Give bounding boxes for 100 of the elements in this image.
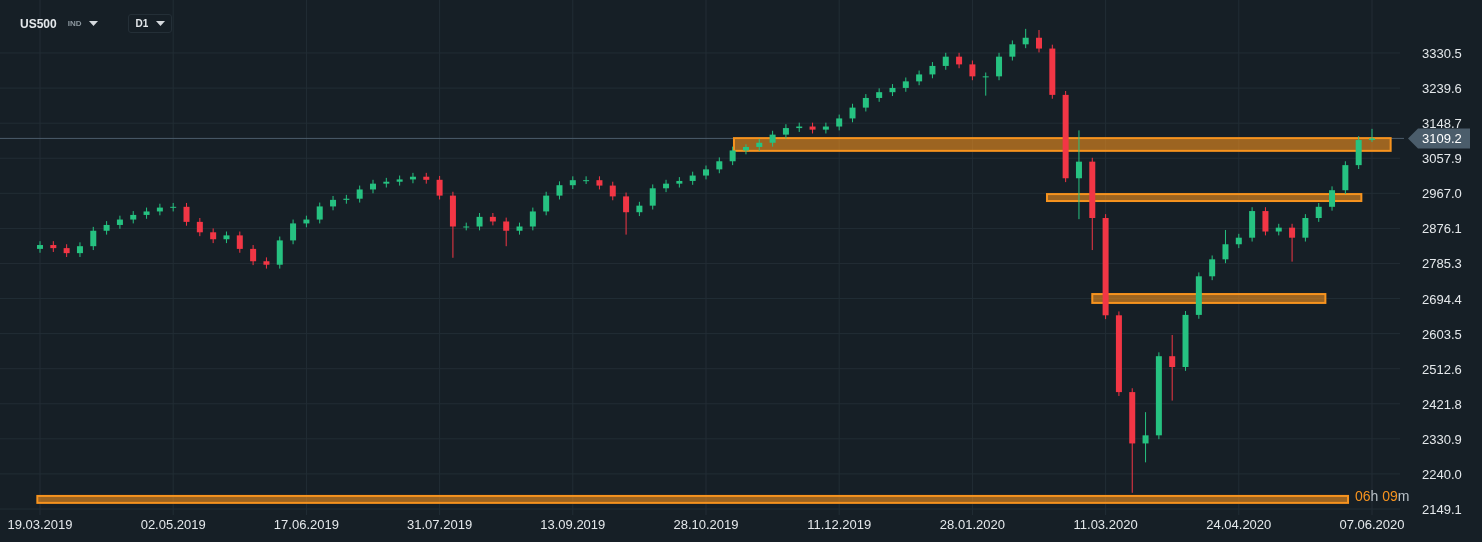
candlestick [396,175,403,187]
y-axis-label: 2967.0 [1422,186,1462,202]
candlestick [876,87,883,103]
candlestick [1222,229,1229,264]
candlestick [996,52,1003,81]
price-zone[interactable] [1046,193,1363,203]
candlestick [663,179,670,193]
candlestick [170,202,177,212]
candlestick [1169,334,1176,402]
candlestick [370,179,376,194]
candlestick [330,195,337,211]
candlestick [956,52,963,69]
y-axis-label: 3239.6 [1422,81,1462,97]
candlestick [1022,28,1029,49]
candlestick [436,175,443,200]
candlestick [489,212,496,226]
candlestick [343,194,350,205]
candlestick [290,219,297,245]
candlestick [316,202,323,224]
candlestick [476,212,483,231]
candlestick [969,60,976,81]
y-axis-label: 2694.4 [1422,291,1462,307]
price-tag [1408,128,1470,149]
y-axis-label: 3148.7 [1422,116,1462,132]
timeframe-dropdown[interactable]: D1 [128,14,173,33]
candlestick [1302,213,1309,243]
candlestick [1049,44,1056,100]
candlestick [1289,223,1296,263]
candlestick [862,93,869,112]
candlestick [250,244,257,266]
candlestick [303,215,310,228]
candlestick [1315,202,1322,223]
candlestick [1275,223,1282,236]
candlestick [929,61,936,79]
y-axis-label: 3057.9 [1422,151,1462,167]
candlestick [1036,29,1042,53]
price-tag-label: 3109.2 [1422,131,1462,147]
x-axis-label: 28.01.2020 [939,517,1005,532]
x-axis-label: 11.03.2020 [1073,517,1138,532]
candlestick [902,77,909,93]
candlestick [196,217,203,237]
candlestick [1342,160,1349,195]
candlestick [1182,310,1189,372]
candlestick [236,231,243,254]
y-axis-label: 2330.9 [1422,431,1462,447]
candlestick [942,52,949,71]
x-axis-label: 13.09.2019 [540,517,606,532]
candlestick [449,191,456,259]
candlestick [90,226,97,251]
symbol-label[interactable]: US500 [20,16,57,31]
candlestick [636,201,643,217]
candlestick [836,114,843,131]
candlestick [756,138,763,152]
x-axis-label: 28.10.2019 [673,517,739,532]
price-zone[interactable] [36,494,1350,504]
candlestick [649,183,656,210]
candlestick [383,177,390,188]
candlestick [609,181,616,201]
candlestick [849,103,856,123]
candlestick [556,180,563,200]
x-axis-label: 02.05.2019 [140,517,206,532]
candlestick [809,122,816,134]
candlestick [822,122,829,134]
candlestick [729,146,736,166]
candlestick [676,176,683,188]
y-axis-label: 2876.1 [1422,221,1462,237]
candlestick [116,215,123,230]
y-axis-label: 2149.1 [1422,502,1462,517]
x-axis-label: 17.06.2019 [273,517,339,532]
candlestick [143,207,150,220]
caret-icon[interactable] [89,21,99,26]
y-axis-label: 2603.5 [1422,326,1462,342]
candlestick [769,130,776,148]
caret-icon [156,21,166,26]
candlestick [716,156,723,174]
y-axis-label: 2785.3 [1422,256,1462,272]
candlestick [516,222,523,236]
candlestick [63,243,70,258]
candlestick [689,171,696,186]
candlestick [982,72,989,97]
candle-countdown: 06h 09m [1355,488,1410,504]
candlestick [796,122,803,133]
candlestick [1262,206,1269,236]
candlestick [543,191,550,216]
y-axis-label: 3330.5 [1422,46,1462,61]
candlestick [569,175,576,190]
candlestick [1142,411,1149,463]
candlestick [356,185,363,204]
market-label: IND [67,19,82,28]
candlestick [223,231,230,244]
candlestick [156,203,163,216]
y-axis-label: 2421.8 [1422,396,1462,412]
candlestick [503,217,510,247]
y-axis-label: 2512.6 [1422,361,1462,377]
candlestick [1355,135,1362,170]
candlestick [1249,206,1256,243]
x-axis-label: 24.04.2020 [1206,517,1272,532]
candlestick [1235,233,1242,249]
x-axis-label: 31.07.2019 [407,517,473,532]
candlestick [1369,128,1375,143]
